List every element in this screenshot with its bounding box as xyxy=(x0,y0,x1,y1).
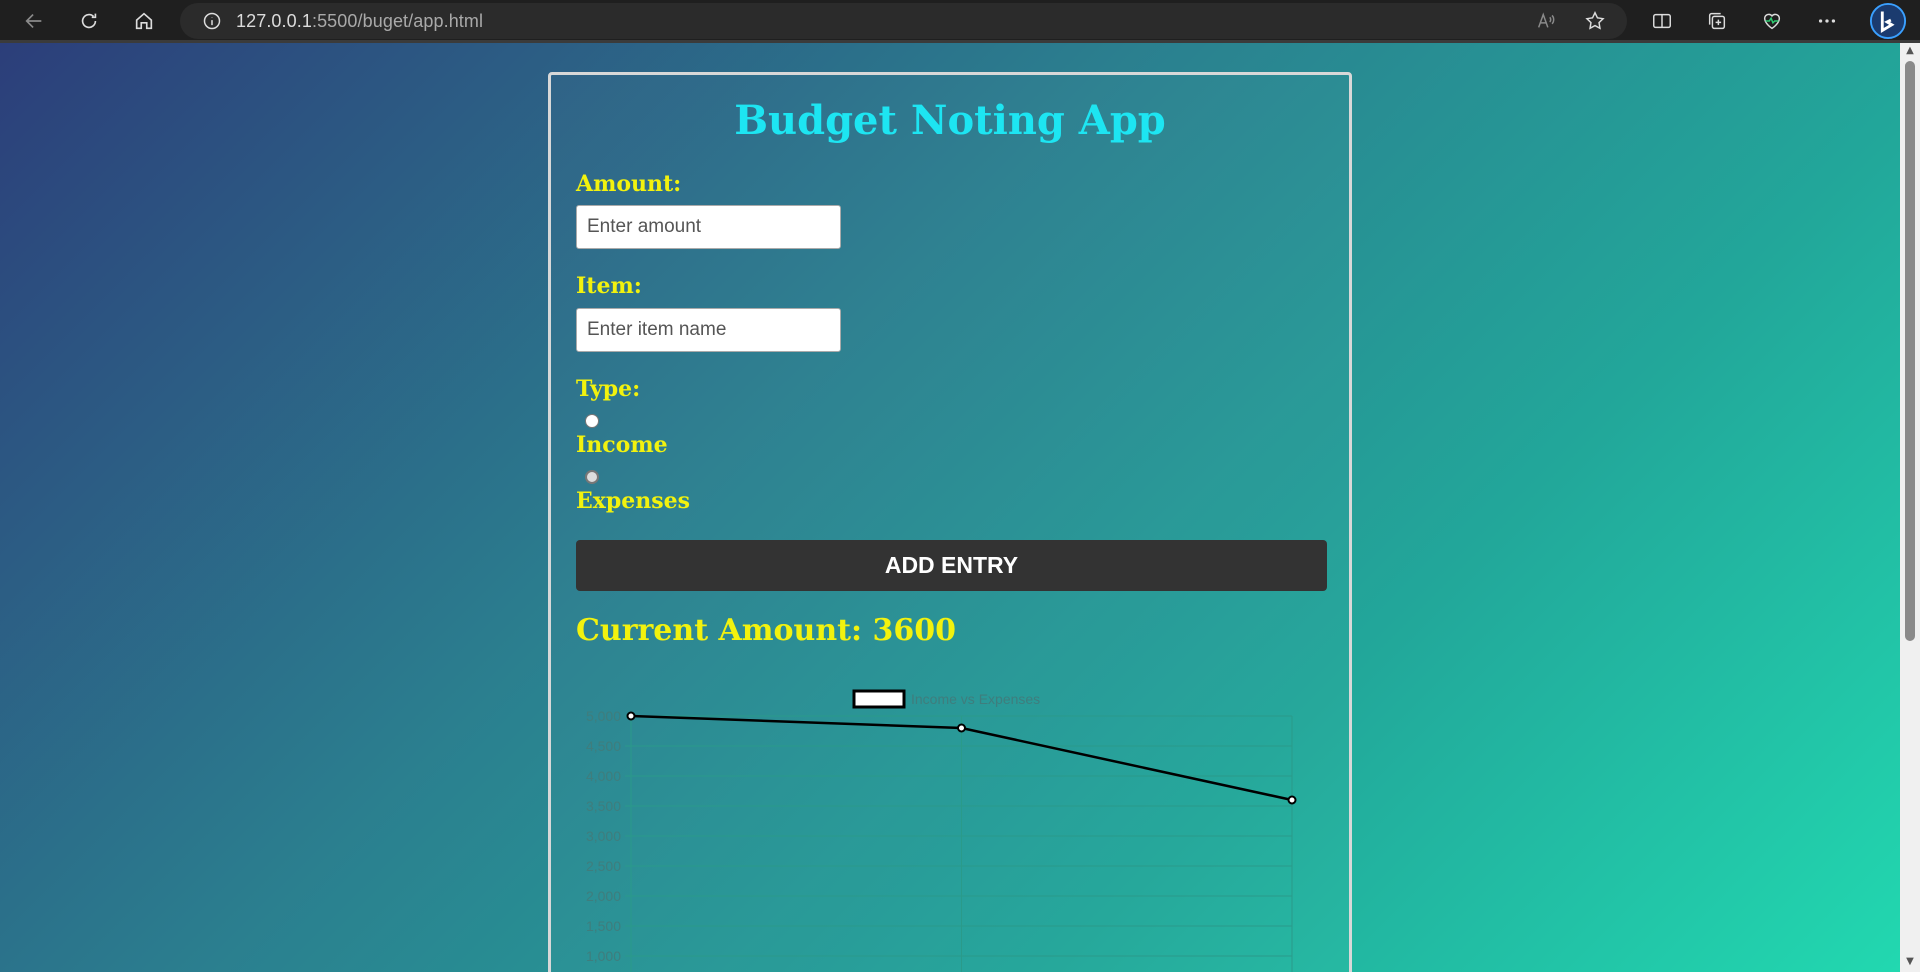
chart-data-point xyxy=(957,723,966,733)
favorite-star-icon[interactable] xyxy=(1577,3,1613,39)
chart-y-tick-label: 2,500 xyxy=(586,858,621,874)
chart-y-tick-label: 4,500 xyxy=(586,738,621,754)
chart-y-tick-label: 4,000 xyxy=(586,768,621,784)
page-viewport: Budget Noting App Amount: Item: Type: In… xyxy=(0,43,1900,972)
home-icon[interactable] xyxy=(126,3,162,39)
chart-y-tick-label: 3,000 xyxy=(586,828,621,844)
chart-y-tick-label: 1,000 xyxy=(586,948,621,964)
chart-legend-label: Income vs Expenses xyxy=(911,691,1040,707)
budget-app-card: Budget Noting App Amount: Item: Type: In… xyxy=(548,72,1352,972)
chart-y-tick-label: 2,000 xyxy=(586,888,621,904)
scroll-up-arrow-icon[interactable]: ▲ xyxy=(1904,45,1916,57)
chart-data-point xyxy=(626,711,636,721)
vertical-scrollbar[interactable]: ▲ ▼ xyxy=(1900,43,1920,972)
read-aloud-icon[interactable] xyxy=(1528,3,1564,39)
chart-data-point xyxy=(1287,795,1297,805)
address-bar[interactable]: 127.0.0.1:5500/buget/app.html xyxy=(180,3,1627,39)
chart-y-tick-label: 1,500 xyxy=(586,918,621,934)
back-icon[interactable] xyxy=(16,3,52,39)
site-info-icon[interactable] xyxy=(202,11,222,31)
more-options-icon[interactable] xyxy=(1809,3,1845,39)
collections-icon[interactable] xyxy=(1699,3,1735,39)
url-text[interactable]: 127.0.0.1:5500/buget/app.html xyxy=(236,11,483,32)
scrollbar-thumb[interactable] xyxy=(1905,61,1915,641)
chart-y-tick-label: 3,500 xyxy=(586,798,621,814)
split-screen-icon[interactable] xyxy=(1644,3,1680,39)
income-expenses-chart: 5,000 4,500 4,000 3,500 3,000 2,500 2,000 1,500… xyxy=(586,689,1297,972)
chart-y-tick-label: 5,000 xyxy=(586,708,621,724)
refresh-icon[interactable] xyxy=(71,3,107,39)
scroll-down-arrow-icon[interactable]: ▼ xyxy=(1904,956,1916,968)
copilot-icon[interactable] xyxy=(1868,2,1908,40)
browser-toolbar: 127.0.0.1:5500/buget/app.html xyxy=(0,0,1920,43)
browser-essentials-icon[interactable] xyxy=(1754,3,1790,39)
chart-legend-swatch xyxy=(852,689,906,709)
